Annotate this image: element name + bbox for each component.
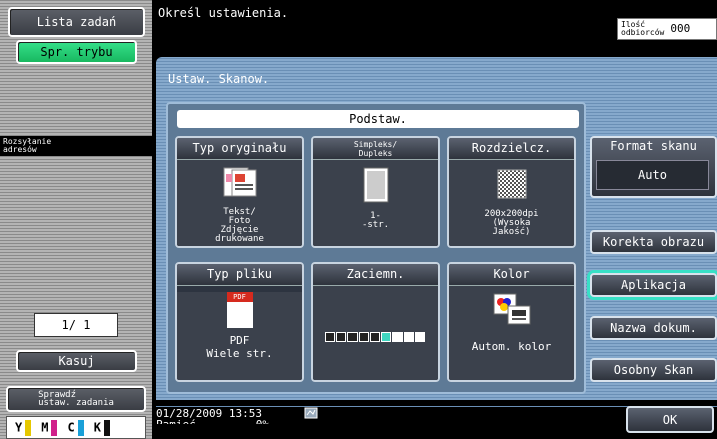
resolution-grid-icon [497,169,526,199]
clear-button[interactable]: Kasuj [16,350,137,372]
resolution-title: Rozdzielcz. [449,138,574,160]
file-type-value: PDF Wiele str. [206,334,273,360]
original-type-button[interactable]: Typ oryginału Tekst/ Foto Zdjęcie drukow… [175,136,304,248]
panel-title: Ustaw. Skanow. [168,72,270,86]
memory-value: 0% [256,419,269,424]
recipients-label: Ilość odbiorców [621,20,665,37]
density-step [358,332,369,342]
scan-format-label: Format skanu [610,139,697,153]
toner-c: C [67,419,84,436]
file-type-title: Typ pliku [177,264,302,286]
density-button[interactable]: Zaciemn. [311,262,440,382]
single-page-icon [363,167,388,203]
document-name-button[interactable]: Nazwa dokum. [590,316,717,340]
toner-indicator: Y M C K [6,416,146,439]
density-step [403,332,414,342]
image-correction-button[interactable]: Korekta obrazu [590,230,717,254]
separate-scan-button[interactable]: Osobny Skan [590,358,717,382]
basic-tab-header: Podstaw. [177,110,579,128]
density-step [392,332,403,342]
resolution-button[interactable]: Rozdzielcz. 200x200dpi (Wysoka Jakość) [447,136,576,248]
file-type-button[interactable]: Typ pliku PDF PDF Wiele str. [175,262,304,382]
density-title: Zaciemn. [313,264,438,286]
left-sidebar [0,0,152,439]
pdf-badge: PDF [226,292,253,302]
memory-label: Pamięć [156,419,196,424]
footer-status: 01/28/2009 13:53 Pamięć 0% [156,408,269,424]
density-scale-icon [325,332,425,342]
density-step [414,332,425,342]
density-step [336,332,347,342]
address-send-tab[interactable]: Rozsyłanie adresów [0,136,152,156]
toner-k: K [94,419,110,436]
datetime: 01/28/2009 13:53 [156,407,262,420]
original-type-title: Typ oryginału [177,138,302,160]
toner-m: M [41,419,58,436]
simplex-duplex-button[interactable]: Simpleks/ Dupleks 1- -str. [311,136,440,248]
density-step [347,332,358,342]
color-value: Autom. kolor [471,340,552,353]
color-title: Kolor [449,264,574,286]
application-button[interactable]: Aplikacja [590,273,717,297]
recipients-counter: Ilość odbiorców 000 [617,18,717,40]
status-message: Określ ustawienia. [158,6,289,20]
density-step [369,332,381,342]
mode-check-button[interactable]: Spr. trybu [16,40,137,64]
density-step [381,332,392,342]
original-type-value: Tekst/ Foto Zdjęcie drukowane [215,207,264,244]
auto-color-icon [493,293,530,325]
ok-button[interactable]: OK [626,406,714,433]
job-list-button[interactable]: Lista zadań [8,7,145,37]
pdf-file-icon: PDF [226,292,253,328]
scan-format-value: Auto [596,160,709,190]
check-job-settings-button[interactable]: Sprawdź ustaw. zadania [6,386,146,412]
network-icon [304,407,318,419]
color-button[interactable]: Kolor Autom. kolor [447,262,576,382]
density-step [325,332,336,342]
recipients-count: 000 [670,22,691,35]
simplex-duplex-title: Simpleks/ Dupleks [313,138,438,160]
simplex-duplex-value: 1- -str. [361,211,390,230]
resolution-value: 200x200dpi (Wysoka Jakość) [484,209,539,237]
document-photo-icon [223,167,256,197]
page-counter: 1/ 1 [34,313,118,337]
toner-y: Y [15,419,32,436]
